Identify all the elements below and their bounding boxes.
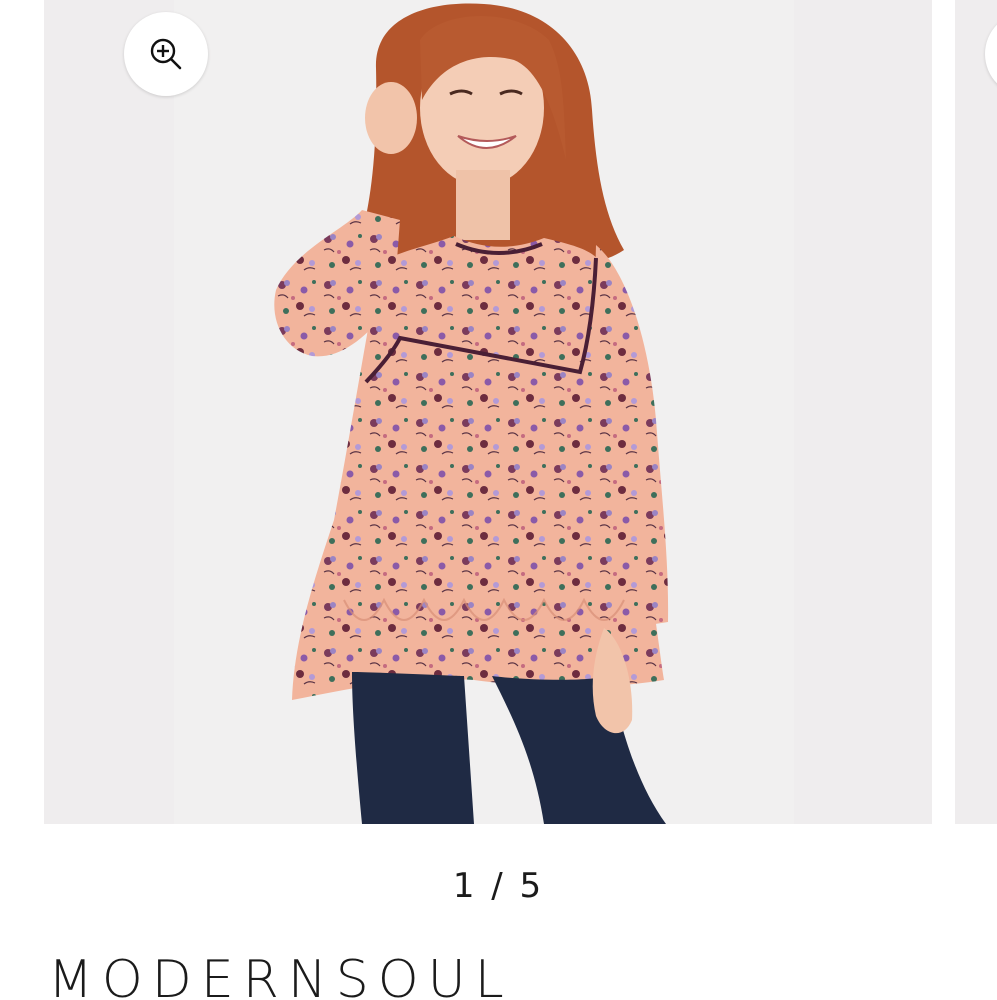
carousel-slide-1[interactable] xyxy=(44,0,932,824)
pager-total: 5 xyxy=(519,866,545,906)
pager-separator: / xyxy=(491,866,506,906)
product-photo xyxy=(44,0,932,824)
image-carousel[interactable] xyxy=(0,0,997,825)
brand-name[interactable]: MODERNSOUL xyxy=(48,950,513,1000)
carousel-pager: 1 / 5 xyxy=(0,866,997,906)
carousel-slide-2-peek[interactable] xyxy=(955,0,997,824)
zoom-in-icon xyxy=(150,38,182,70)
zoom-button[interactable] xyxy=(124,12,208,96)
pager-current: 1 xyxy=(452,866,478,906)
product-page: 1 / 5 MODERNSOUL xyxy=(0,0,997,1000)
